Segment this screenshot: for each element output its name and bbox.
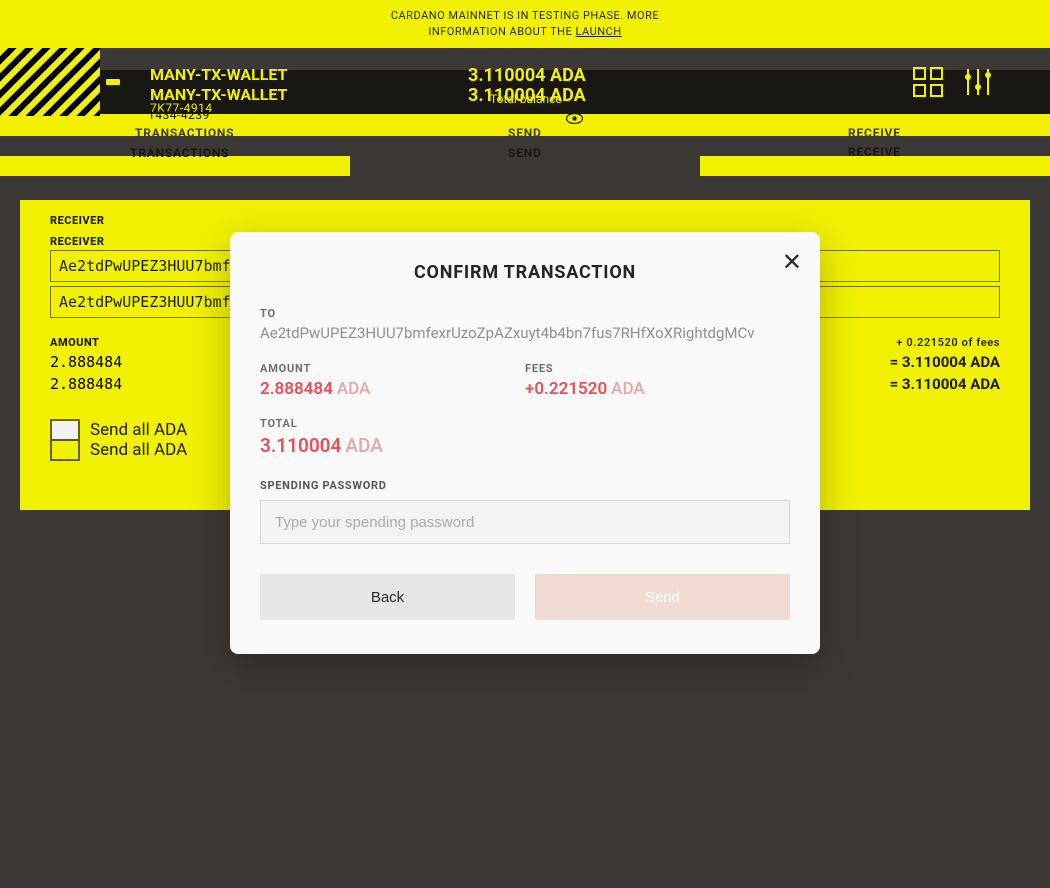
- close-icon[interactable]: ✕: [782, 250, 802, 274]
- fees-unit: ADA: [611, 379, 644, 399]
- amount-number: 2.888484: [260, 379, 333, 399]
- total-number: 3.110004: [260, 434, 341, 457]
- back-button[interactable]: Back: [260, 574, 515, 620]
- fees-caption: FEES: [525, 362, 790, 375]
- send-button[interactable]: Send: [535, 574, 790, 620]
- amount-unit: ADA: [337, 379, 370, 399]
- modal-title: CONFIRM TRANSACTION: [260, 262, 790, 283]
- amount-caption: AMOUNT: [260, 362, 525, 375]
- to-label: TO: [260, 307, 790, 320]
- confirm-transaction-modal: CONFIRM TRANSACTION ✕ TO Ae2tdPwUPEZ3HUU…: [230, 232, 820, 654]
- spending-password-input[interactable]: [260, 500, 790, 544]
- fees-number: +0.221520: [525, 379, 607, 399]
- to-address: Ae2tdPwUPEZ3HUU7bmfexrUzoZpAZxuyt4b4bn7f…: [260, 324, 790, 342]
- total-caption: TOTAL: [260, 417, 790, 430]
- total-unit: ADA: [345, 434, 382, 457]
- password-label: SPENDING PASSWORD: [260, 479, 790, 492]
